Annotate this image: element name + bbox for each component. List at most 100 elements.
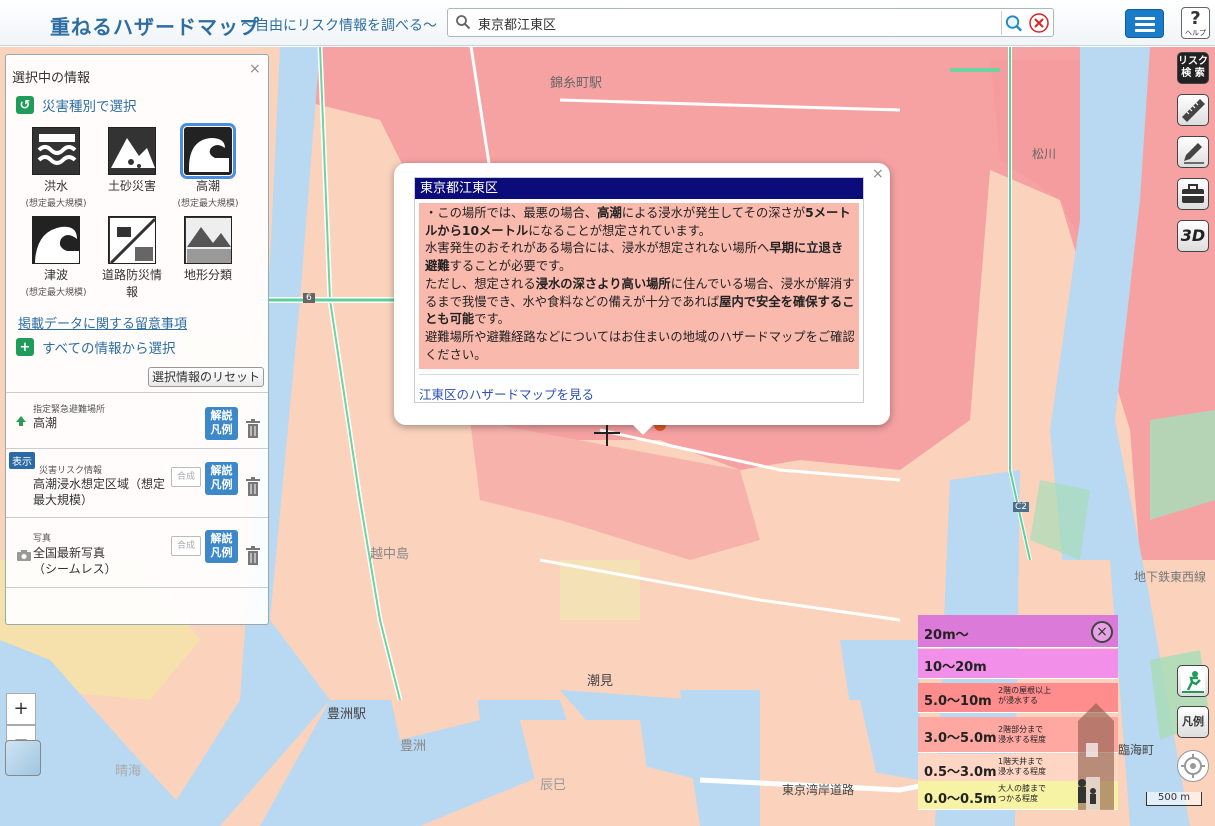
display-badge[interactable]: 表示 [9,452,35,469]
legend-desc-line2: つかる程度 [998,794,1038,803]
layer-category: 災害リスク情報 [39,466,103,476]
risk-search-line2: 検 索 [1181,68,1205,79]
hazard-flood[interactable]: 洪水 (想定最大規模) [22,127,90,209]
legend-desc-line1: 1階天井まで [998,757,1044,766]
hazard-landslide[interactable]: 土砂災害 [98,127,166,194]
hazard-label: 高潮 [195,179,220,193]
measure-button[interactable] [1177,94,1209,126]
legend-btn-line1: 解説 [210,409,233,422]
layer-row-surge-area: 表示 災害リスク情報 高潮浸水想定区域（想定 最大規模） 合成 解説 凡例 [6,448,268,517]
flood-icon [32,127,80,175]
section-all-label: すべての情報から選択 [42,341,176,357]
selected-info-panel: 選択中の情報 × ↺ 災害種別で選択 洪水 (想定最大規模) 土砂災害 高潮 (… [5,54,269,625]
app-header: 重ねるハザードマップ ～自由にリスク情報を調べる～ ? ヘルプ [0,0,1215,46]
map-label-tatsumi: 辰巳 [540,778,567,793]
scale-bar: 500 m [1146,792,1202,806]
legend-button[interactable]: 凡例 [1177,706,1209,738]
hazard-sub: (想定最大規模) [25,288,87,298]
app-title[interactable]: 重ねるハザードマップ [50,11,260,40]
map-label-etchujima: 越中島 [370,547,410,562]
section-disaster-label: 災害種別で選択 [42,99,137,115]
map-label-kinshicho: 錦糸町駅 [550,76,603,91]
evacuation-layer-button[interactable] [1177,665,1209,697]
legend-desc-line1: 2階部分まで [998,725,1044,734]
legend-btn-line2: 凡例 [210,423,233,436]
map-label-bay-road: 東京湾岸道路 [782,783,855,797]
legend-label: 3.0～5.0m [924,731,997,746]
divider [419,374,859,375]
menu-button[interactable] [1125,9,1164,38]
legend-desc-line2: 浸水する程度 [998,767,1046,776]
current-location-button[interactable] [1177,750,1209,782]
briefcase-icon [1182,184,1204,203]
popup-close-icon[interactable]: × [872,166,884,182]
pencil-icon [1184,143,1204,164]
map-label-matsukawa: 松川 [1032,147,1057,161]
search-input[interactable] [476,13,996,33]
section-disaster-type[interactable]: ↺ 災害種別で選択 [16,95,137,115]
reset-selection-button[interactable]: 選択情報のリセット [148,367,264,387]
plus-icon: + [16,338,34,356]
panel-close-icon[interactable]: × [249,61,261,77]
landslide-icon [108,127,156,175]
ruler-icon [1182,99,1205,122]
hazard-road-disaster[interactable]: 道路防災情報 [98,216,166,300]
running-person-icon [1181,669,1205,693]
map-label-c2: C2 [1013,502,1030,512]
ward-hazard-map-link[interactable]: 江東区のハザードマップを見る [419,384,594,403]
camera-icon [17,550,31,561]
legend-explain-button[interactable]: 解説 凡例 [205,407,238,440]
map-label-subway: 地下鉄東西線 [1134,570,1207,584]
trash-icon[interactable] [245,546,261,566]
map-label-shiomi: 潮見 [587,674,614,689]
divider [6,587,268,588]
legend-close-icon[interactable]: × [1091,621,1113,643]
legend-label: 10～20m [924,660,987,675]
legend-btn-line1: 解説 [210,532,233,545]
terrain-icon [184,216,232,264]
layer-category: 指定緊急避難場所 [33,405,106,415]
location-info-popup: × 東京都江東区 ・この場所では、最悪の場合、高潮による浸水が発生してその深さが… [394,163,890,435]
hazard-label: 洪水 [43,179,68,193]
compose-button[interactable]: 合成 [171,536,201,556]
help-icon: ? [1190,8,1201,29]
legend-explain-button[interactable]: 解説 凡例 [205,462,238,495]
trash-icon[interactable] [245,419,261,439]
storm-surge-icon [180,123,236,179]
legend-desc-line1: 大人の膝まで [998,784,1046,793]
draw-button[interactable] [1177,136,1209,168]
map-label-route6: 6 [303,293,315,303]
hazard-terrain[interactable]: 地形分類 [174,216,242,283]
legend-row: 20m～ × [918,615,1118,648]
3d-view-button[interactable]: 3D [1177,220,1209,252]
legend-label: 0.5～3.0m [924,765,997,780]
hazard-tsunami[interactable]: 津波 (想定最大規模) [22,216,90,298]
legend-desc-line2: 浸水する程度 [998,735,1046,744]
legend-row: 10～20m [918,649,1118,679]
hazard-storm-surge[interactable]: 高潮 (想定最大規模) [174,123,242,209]
legend-explain-button[interactable]: 解説 凡例 [205,530,238,563]
base-map-switcher[interactable] [5,740,41,776]
layer-row-evacuation: 指定緊急避難場所 高潮 解説 凡例 [6,392,268,448]
search-submit-icon[interactable] [1001,11,1025,35]
help-button[interactable]: ? ヘルプ [1181,7,1210,39]
layer-name-line1: 全国最新写真 [33,546,106,560]
locate-icon [1181,754,1205,778]
legend-btn-line2: 凡例 [210,478,233,491]
popup-heading: 東京都江東区 [415,178,863,199]
trash-icon[interactable] [245,477,261,497]
data-notes-link[interactable]: 掲載データに関する留意事項 [18,313,187,332]
toolbox-button[interactable] [1177,178,1209,210]
clear-search-icon[interactable] [1028,12,1050,34]
popup-pointer [631,423,655,435]
section-all-info[interactable]: + すべての情報から選択 [16,337,176,357]
compose-button[interactable]: 合成 [171,467,201,487]
popup-content: 東京都江東区 ・この場所では、最悪の場合、高潮による浸水が発生してその深さが5メ… [414,177,864,403]
layer-row-photo: 写真 全国最新写真 （シームレス） 合成 解説 凡例 [6,517,268,587]
layer-name-line2: 最大規模） [33,493,94,507]
layer-name-line1: 高潮浸水想定区域（想定 [33,477,166,491]
zoom-in-button[interactable]: + [6,693,36,725]
popup-body-text: ・この場所では、最悪の場合、高潮による浸水が発生してその深さが5メートルから10… [419,203,859,369]
risk-search-button[interactable]: リスク 検 索 [1177,52,1209,84]
legend-desc-line1: 2階の屋根以上 [998,686,1052,695]
